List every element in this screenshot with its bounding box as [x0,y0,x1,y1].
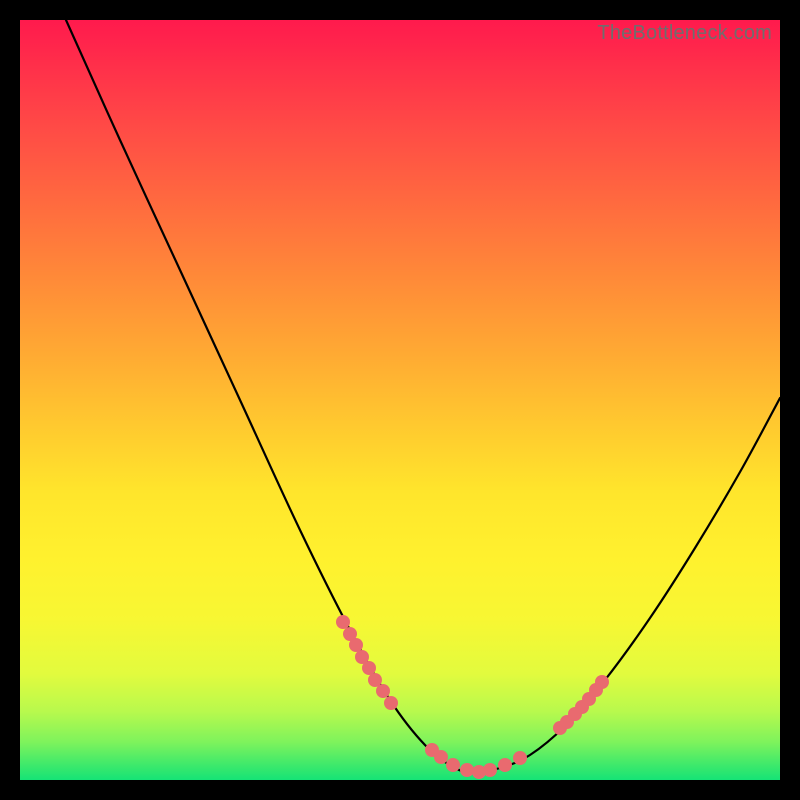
chart-frame: TheBottleneck.com [0,0,800,800]
bottleneck-curve [66,20,780,772]
data-marker [349,638,363,652]
data-marker [483,763,497,777]
data-marker [384,696,398,710]
data-marker [376,684,390,698]
data-marker [498,758,512,772]
data-marker [595,675,609,689]
data-marker [446,758,460,772]
data-marker [434,750,448,764]
data-marker [513,751,527,765]
plot-area: TheBottleneck.com [20,20,780,780]
data-marker [336,615,350,629]
data-markers [336,615,609,779]
data-marker [362,661,376,675]
data-marker [460,763,474,777]
chart-svg [20,20,780,780]
